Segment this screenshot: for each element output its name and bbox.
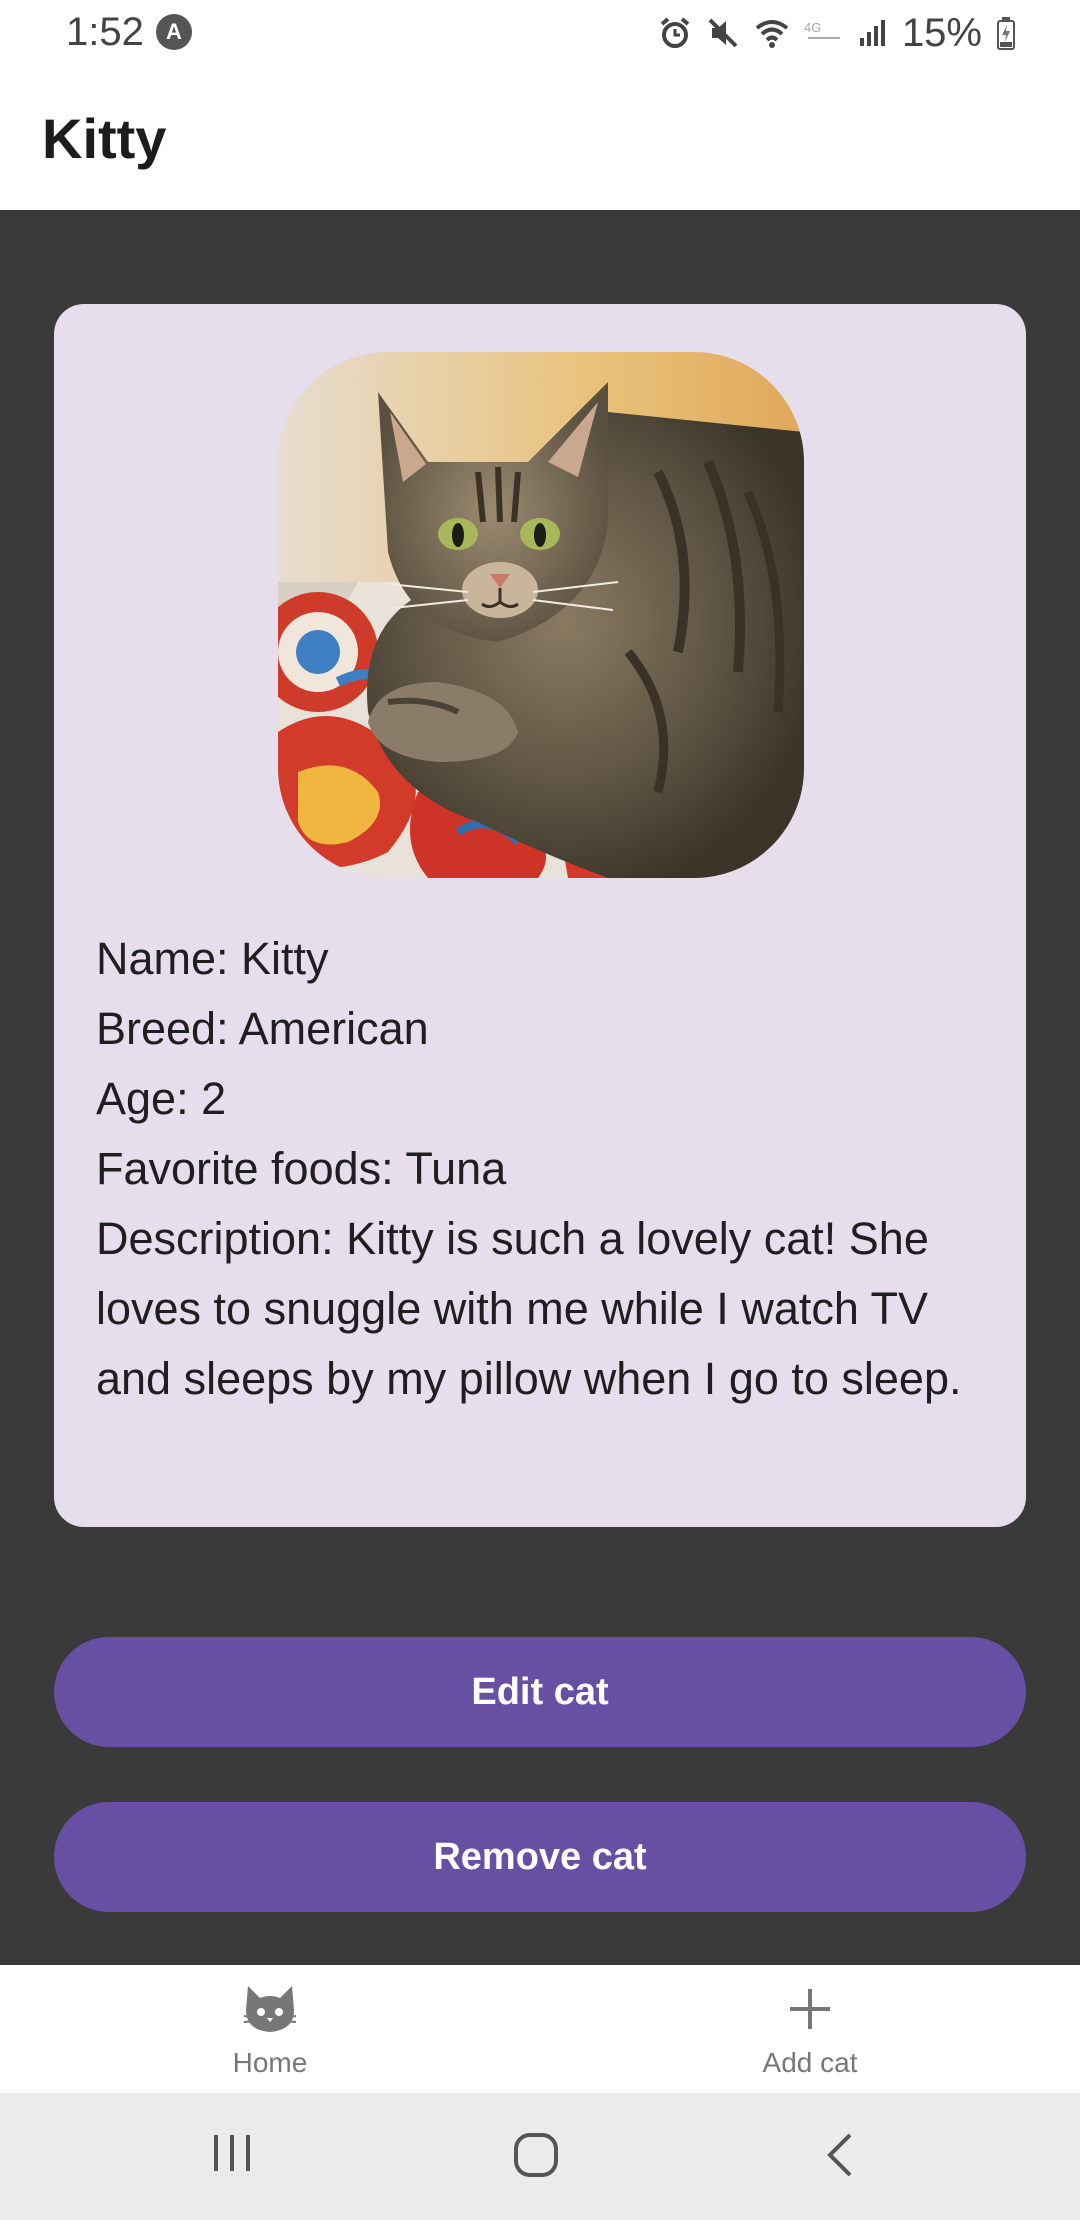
nav-home-label: Home [232, 2047, 308, 2078]
cat-favorite-foods: Favorite foods: Tuna [96, 1143, 507, 1194]
nav-home[interactable]: Home [0, 1965, 540, 2093]
alarm-icon [660, 17, 690, 48]
back-icon[interactable] [822, 2131, 858, 2184]
cat-detail-card: Name: Kitty Breed: American Age: 2 Favor… [54, 304, 1026, 1527]
cat-description: Description: Kitty is such a lovely cat!… [96, 1213, 962, 1404]
edit-cat-button[interactable]: Edit cat [54, 1637, 1026, 1747]
status-time: 1:52 [66, 10, 144, 54]
battery-icon [997, 17, 1015, 50]
page-title: Kitty [42, 107, 167, 170]
plus-icon [788, 1979, 832, 2039]
cat-photo [278, 352, 804, 878]
cat-face-icon [242, 1979, 298, 2039]
nav-add-cat-label: Add cat [762, 2047, 858, 2078]
recents-icon[interactable] [210, 2131, 254, 2180]
cat-age: Age: 2 [96, 1073, 227, 1124]
screen: 1:52 A 4G 15% Kitty Name: Kitty Breed: A… [0, 0, 1080, 2220]
mute-icon [708, 18, 738, 48]
bottom-navigation: Home Add cat [0, 1965, 1080, 2093]
cat-breed: Breed: American [96, 1003, 429, 1054]
status-icons: 4G 15% [658, 10, 1016, 56]
status-bar: 1:52 A 4G 15% [0, 0, 1080, 66]
wifi-icon [755, 20, 789, 48]
cat-info: Name: Kitty Breed: American Age: 2 Favor… [96, 924, 996, 1414]
svg-text:4G: 4G [804, 20, 821, 35]
battery-percent: 15% [901, 10, 982, 55]
remove-cat-button[interactable]: Remove cat [54, 1802, 1026, 1912]
lte-icon: 4G [804, 20, 840, 39]
home-icon[interactable] [512, 2131, 560, 2184]
app-notification-icon: A [156, 14, 192, 50]
system-navigation-bar [0, 2093, 1080, 2220]
nav-add-cat[interactable]: Add cat [540, 1965, 1080, 2093]
app-bar: Kitty [0, 66, 1080, 210]
cat-name: Name: Kitty [96, 933, 329, 984]
signal-icon [859, 20, 885, 46]
